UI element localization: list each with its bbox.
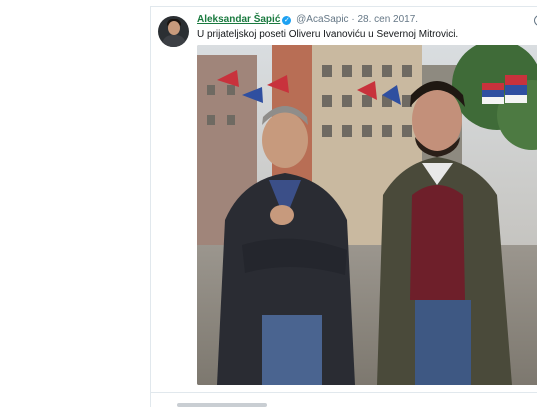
next-tweet-preview — [177, 403, 267, 407]
avatar-face — [168, 21, 180, 35]
header-separator: · — [351, 14, 355, 25]
author-handle[interactable]: @AcaSapic — [296, 14, 348, 25]
tweet-card: Aleksandar Šapić ✓ @AcaSapic · 28. cen 20… — [150, 6, 537, 407]
tweet-text: U prijateljskoj poseti Oliveru Ivanoviću… — [197, 29, 459, 40]
author-name-link[interactable]: Aleksandar Šapić — [197, 14, 280, 25]
tweet-photo[interactable] — [197, 45, 537, 385]
tweet-header: Aleksandar Šapić ✓ @AcaSapic · 28. cen 20… — [197, 14, 418, 25]
tweet-divider — [151, 392, 537, 393]
avatar-body — [162, 35, 186, 47]
author-avatar[interactable] — [158, 16, 189, 47]
tweet-date-link[interactable]: 28. cen 2017. — [357, 14, 418, 25]
verified-badge-icon: ✓ — [282, 16, 292, 25]
tweet-photo-image — [197, 45, 537, 385]
